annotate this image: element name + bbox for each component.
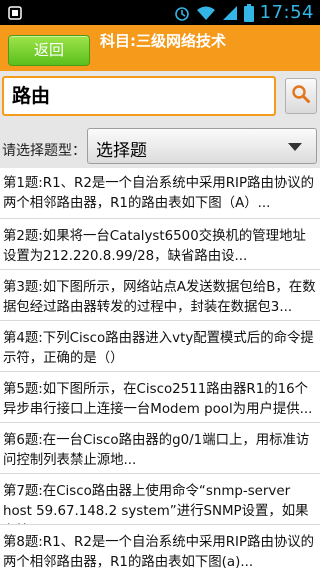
alarm-icon [174,5,190,21]
search-input[interactable]: 路由 [2,76,276,116]
search-icon [291,84,311,108]
wifi-icon [196,5,216,21]
question-type-label: 请选择题型： [2,143,86,159]
list-item[interactable]: 第7题:在Cisco路由器上使用命令“snmp-server host 59.6… [0,474,320,525]
list-item[interactable]: 第6题:在一台Cisco路由器的g0/1端口上，用标准访问控制列表禁止源地... [0,423,320,474]
status-bar: 17:54 [0,0,320,25]
list-item[interactable]: 第1题:R1、R2是一个自治系统中采用RIP路由协议的两个相邻路由器，R1的路由… [0,168,320,219]
back-button[interactable]: 返回 [8,35,90,66]
list-item[interactable]: 第3题:如下图所示，网络站点A发送数据包给B，在数据包经过路由器转发的过程中，封… [0,270,320,321]
search-button[interactable] [285,78,317,114]
question-type-selected: 选择题 [96,141,147,161]
signal-icon [222,5,238,21]
question-type-row: 请选择题型： 选择题 [0,128,320,168]
app-header: 返回 科目:三级网络技术 [0,25,320,71]
subject-title: 科目:三级网络技术 [100,32,226,50]
list-item[interactable]: 第2题:如果将一台Catalyst6500交换机的管理地址设置为212.220.… [0,219,320,270]
list-item[interactable]: 第8题:R1、R2是一个自治系统中采用RIP路由协议的两个相邻路由器，R1的路由… [0,525,320,569]
question-type-dropdown[interactable]: 选择题 [87,128,317,164]
battery-icon [243,3,254,22]
question-list: 第1题:R1、R2是一个自治系统中采用RIP路由协议的两个相邻路由器，R1的路由… [0,168,320,569]
status-time: 17:54 [259,2,314,23]
list-item[interactable]: 第5题:如下图所示，在Cisco2511路由器R1的16个异步串行接口上连接一台… [0,372,320,423]
list-item[interactable]: 第4题:下列Cisco路由器进入vty配置模式后的命令提示符，正确的是（） [0,321,320,372]
notification-icon [8,5,22,20]
chevron-down-icon [288,143,302,151]
search-bar: 路由 [0,71,320,128]
